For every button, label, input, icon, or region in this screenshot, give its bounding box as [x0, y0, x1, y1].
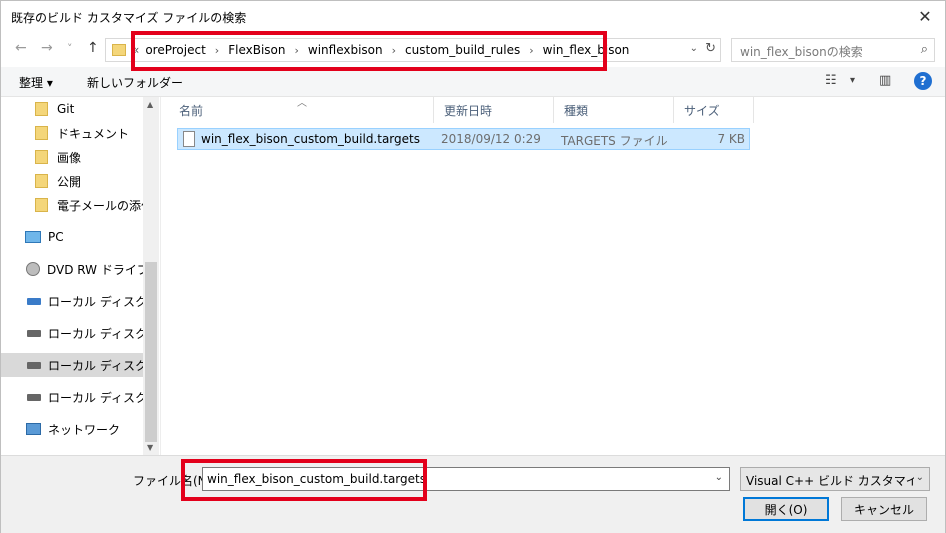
file-list: ︿ 名前 更新日時 種類 サイズ win_flex_bison_custom_b… — [160, 97, 945, 455]
chevron-right-icon[interactable]: › — [529, 44, 533, 57]
sidebar-item-label: 画像 — [57, 150, 82, 165]
sidebar-item-dvd-drive[interactable]: DVD RW ドライブ (G — [1, 257, 143, 281]
file-row[interactable]: win_flex_bison_custom_build.targets 2018… — [177, 128, 750, 150]
column-header-name[interactable]: 名前 — [169, 97, 434, 123]
chevron-right-icon[interactable]: › — [294, 44, 298, 57]
filetype-select[interactable]: Visual C++ ビルド カスタマイズ ファイ ⌄ — [740, 467, 930, 491]
breadcrumb-item[interactable]: winflexbison — [308, 43, 383, 57]
sidebar-item-drive-c[interactable]: ローカル ディスク (C:) — [1, 289, 143, 313]
sidebar-item-label: ローカル ディスク (E:) — [48, 358, 143, 373]
navigation-pane: Git ドキュメント 画像 公開 電子メールの添付フ PC DVD RW ドライ… — [1, 97, 159, 455]
sidebar-item-label: 公開 — [57, 174, 82, 189]
drive-icon — [27, 393, 41, 401]
close-icon[interactable]: ✕ — [905, 1, 945, 32]
column-header-label: 更新日時 — [444, 103, 493, 118]
organize-menu-button[interactable]: 整理 ▾ — [19, 74, 53, 91]
new-folder-button[interactable]: 新しいフォルダー — [87, 74, 183, 91]
sidebar-item-documents[interactable]: ドキュメント — [1, 121, 143, 145]
folder-icon — [35, 102, 48, 116]
refresh-icon[interactable]: ↻ — [705, 41, 716, 56]
sidebar-item-public[interactable]: 公開 — [1, 169, 143, 193]
filename-field[interactable]: win_flex_bison_custom_build.targets ⌄ — [202, 467, 730, 491]
breadcrumb-item[interactable]: custom_build_rules — [405, 43, 520, 57]
sidebar-item-git[interactable]: Git — [1, 97, 143, 121]
chevron-down-icon[interactable]: ⌄ — [916, 472, 924, 483]
chevron-down-icon[interactable]: ▾ — [850, 75, 855, 86]
drive-icon — [27, 329, 41, 337]
view-options-icon[interactable]: ☷ — [825, 73, 837, 88]
sidebar-item-label: PC — [48, 230, 64, 244]
sidebar-item-label: ローカル ディスク (D:) — [48, 326, 143, 341]
sidebar-item-label: ネットワーク — [48, 422, 121, 437]
breadcrumb-overflow-icon[interactable]: « — [132, 43, 139, 57]
chevron-right-icon[interactable]: › — [392, 44, 396, 57]
drive-icon — [27, 297, 41, 305]
pc-icon — [25, 231, 41, 243]
file-name: win_flex_bison_custom_build.targets — [201, 132, 420, 146]
column-header-type[interactable]: 種類 — [554, 97, 674, 123]
search-placeholder: win_flex_bisonの検索 — [740, 45, 863, 59]
recent-locations-icon[interactable]: ˅ — [67, 42, 73, 55]
navigation-bar: ← → ˅ ↑ « oreProject › FlexBison › winfl… — [1, 33, 945, 65]
column-header-label: サイズ — [684, 103, 720, 118]
sidebar-item-label: Git — [57, 102, 75, 116]
sidebar-item-label: ローカル ディスク (F:) — [48, 390, 143, 405]
sidebar-item-drive-f[interactable]: ローカル ディスク (F:) — [1, 385, 143, 409]
dvd-icon — [26, 262, 40, 276]
folder-icon — [112, 44, 126, 56]
column-header-label: 名前 — [179, 103, 204, 118]
chevron-down-icon[interactable]: ⌄ — [715, 472, 723, 483]
breadcrumb-item[interactable]: FlexBison — [228, 43, 285, 57]
up-arrow-icon[interactable]: ↑ — [87, 40, 99, 56]
search-input[interactable]: win_flex_bisonの検索 ⌕ — [731, 38, 935, 62]
column-header-label: 種類 — [564, 103, 589, 118]
sidebar-item-pictures[interactable]: 画像 — [1, 145, 143, 169]
file-size: 7 KB — [717, 132, 745, 146]
sidebar-item-label: ドキュメント — [57, 126, 130, 141]
breadcrumb-item[interactable]: win_flex_bison — [543, 43, 630, 57]
help-icon[interactable]: ? — [914, 72, 932, 90]
forward-arrow-icon[interactable]: → — [41, 40, 53, 56]
sidebar-item-label: ローカル ディスク (C:) — [48, 294, 143, 309]
chevron-down-icon[interactable]: ⌄ — [690, 43, 698, 54]
scroll-down-icon[interactable]: ▼ — [147, 443, 153, 452]
file-date: 2018/09/12 0:29 — [441, 132, 541, 146]
breadcrumb: « oreProject › FlexBison › winflexbison … — [132, 43, 629, 57]
file-type: TARGETS ファイル — [561, 134, 668, 148]
folder-icon — [35, 198, 48, 212]
open-button[interactable]: 開く(O) — [743, 497, 829, 521]
title-bar: 既存のビルド カスタマイズ ファイルの検索 ✕ — [1, 1, 945, 32]
back-arrow-icon[interactable]: ← — [15, 40, 27, 56]
window-title: 既存のビルド カスタマイズ ファイルの検索 — [11, 11, 247, 25]
filetype-value: Visual C++ ビルド カスタマイズ ファイ — [746, 474, 914, 488]
folder-icon — [35, 126, 48, 140]
preview-pane-icon[interactable]: ▥ — [879, 73, 891, 88]
column-header-size[interactable]: サイズ — [674, 97, 754, 123]
search-icon[interactable]: ⌕ — [921, 42, 928, 57]
sidebar-item-drive-d[interactable]: ローカル ディスク (D:) — [1, 321, 143, 345]
scrollbar-thumb[interactable] — [145, 262, 157, 442]
sidebar-item-label: 電子メールの添付フ — [57, 198, 143, 213]
folder-icon — [35, 150, 48, 164]
column-header-date[interactable]: 更新日時 — [434, 97, 554, 123]
folder-icon — [35, 174, 48, 188]
scroll-up-icon[interactable]: ▲ — [147, 100, 153, 109]
dialog-footer: ファイル名(N): win_flex_bison_custom_build.ta… — [1, 455, 945, 533]
sidebar-item-email-attachments[interactable]: 電子メールの添付フ — [1, 193, 143, 217]
chevron-right-icon[interactable]: › — [215, 44, 219, 57]
cancel-button[interactable]: キャンセル — [841, 497, 927, 521]
address-bar[interactable]: « oreProject › FlexBison › winflexbison … — [105, 38, 721, 62]
sidebar-scrollbar[interactable]: ▲ ▼ — [143, 97, 159, 455]
command-bar: 整理 ▾ 新しいフォルダー ☷ ▾ ▥ ? — [1, 67, 945, 97]
filename-value: win_flex_bison_custom_build.targets — [207, 472, 426, 486]
sidebar-item-drive-e[interactable]: ローカル ディスク (E:) — [1, 353, 143, 377]
file-open-dialog: 既存のビルド カスタマイズ ファイルの検索 ✕ ← → ˅ ↑ « orePro… — [0, 0, 946, 533]
sidebar-item-label: DVD RW ドライブ (G — [47, 262, 143, 277]
sidebar-item-network[interactable]: ネットワーク — [1, 417, 143, 441]
breadcrumb-item[interactable]: oreProject — [145, 43, 205, 57]
network-icon — [26, 423, 41, 435]
drive-icon — [27, 361, 41, 369]
file-icon — [183, 131, 195, 147]
sidebar-item-pc[interactable]: PC — [1, 225, 143, 249]
